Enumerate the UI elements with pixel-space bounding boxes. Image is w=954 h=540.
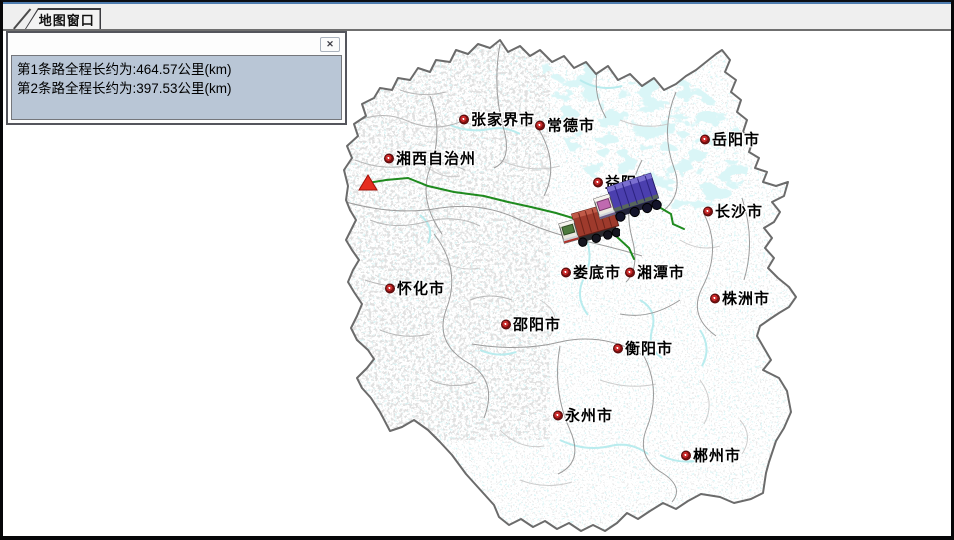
city-marker-2[interactable]: 张家界市 xyxy=(459,109,535,130)
tab-strip: 地图窗口 xyxy=(3,4,951,31)
city-label: 邵阳市 xyxy=(513,314,561,335)
route-length-line-1: 第1条路全程长约为:464.57公里(km) xyxy=(17,60,336,79)
close-icon: ✕ xyxy=(326,40,334,49)
city-marker-9[interactable]: 株洲市 xyxy=(710,288,770,309)
city-dot-icon xyxy=(613,343,623,353)
city-label: 株洲市 xyxy=(722,288,770,309)
city-dot-icon xyxy=(561,267,571,277)
city-dot-icon xyxy=(681,450,691,460)
city-dot-icon xyxy=(501,319,511,329)
city-dot-icon xyxy=(384,153,394,163)
city-dot-icon xyxy=(535,120,545,130)
city-marker-3[interactable]: 常德市 xyxy=(535,115,595,136)
tab-map-window[interactable]: 地图窗口 xyxy=(25,8,101,29)
route-info-body: 第1条路全程长约为:464.57公里(km) 第2条路全程长约为:397.53公… xyxy=(11,55,342,120)
city-label: 娄底市 xyxy=(573,262,621,283)
city-dot-icon xyxy=(459,114,469,124)
city-label: 湘潭市 xyxy=(637,262,685,283)
city-label: 张家界市 xyxy=(471,109,535,130)
map-window: 湘西自治州张家界市常德市岳阳市益阳市长沙市娄底市湘潭市株洲市怀化市邵阳市衡阳市永… xyxy=(0,0,954,540)
city-marker-11[interactable]: 邵阳市 xyxy=(501,314,561,335)
city-label: 郴州市 xyxy=(693,445,741,466)
tab-label: 地图窗口 xyxy=(31,10,95,29)
city-label: 怀化市 xyxy=(397,278,445,299)
city-marker-6[interactable]: 长沙市 xyxy=(703,201,763,222)
city-dot-icon xyxy=(625,267,635,277)
route-info-window: ✕ 第1条路全程长约为:464.57公里(km) 第2条路全程长约为:397.5… xyxy=(6,31,347,125)
city-dot-icon xyxy=(710,293,720,303)
city-dot-icon xyxy=(703,206,713,216)
city-marker-8[interactable]: 湘潭市 xyxy=(625,262,685,283)
city-marker-7[interactable]: 娄底市 xyxy=(561,262,621,283)
city-label: 湘西自治州 xyxy=(396,148,476,169)
city-marker-4[interactable]: 岳阳市 xyxy=(700,129,760,150)
city-dot-icon xyxy=(385,283,395,293)
route-length-line-2: 第2条路全程长约为:397.53公里(km) xyxy=(17,79,336,98)
city-label: 常德市 xyxy=(547,115,595,136)
city-label: 衡阳市 xyxy=(625,338,673,359)
city-marker-10[interactable]: 怀化市 xyxy=(385,278,445,299)
truck-icon-cargo-blue[interactable] xyxy=(592,168,662,226)
city-label: 永州市 xyxy=(565,405,613,426)
city-dot-icon xyxy=(553,410,563,420)
city-marker-14[interactable]: 郴州市 xyxy=(681,445,741,466)
city-dot-icon xyxy=(700,134,710,144)
close-button[interactable]: ✕ xyxy=(320,37,340,52)
city-label: 岳阳市 xyxy=(712,129,760,150)
city-label: 长沙市 xyxy=(715,201,763,222)
city-marker-1[interactable]: 湘西自治州 xyxy=(384,148,476,169)
city-marker-13[interactable]: 永州市 xyxy=(553,405,613,426)
city-marker-12[interactable]: 衡阳市 xyxy=(613,338,673,359)
